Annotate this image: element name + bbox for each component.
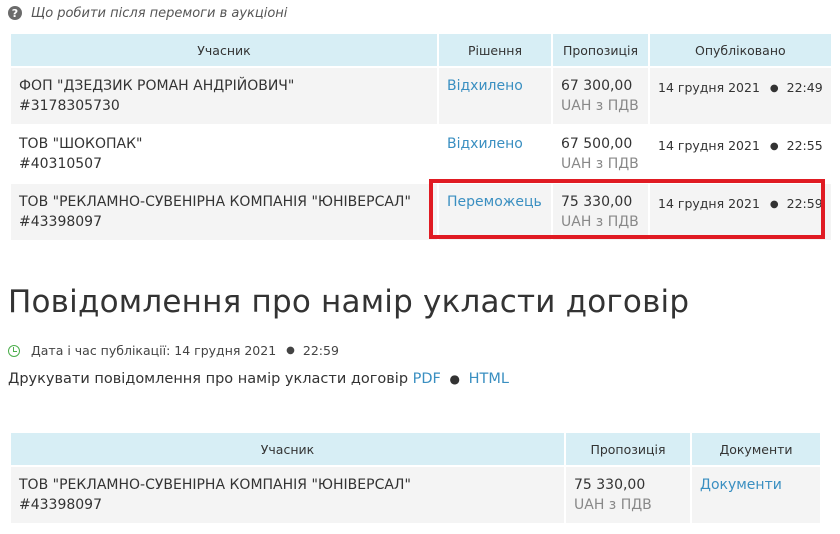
decision-cell: Відхилено (439, 126, 551, 182)
col-header-offer: Пропозиція (566, 433, 690, 465)
offer-amount: 67 300,00 (561, 78, 633, 94)
offer-currency: UAH з ПДВ (561, 98, 639, 114)
bullet-separator: ● (449, 372, 460, 386)
help-link-text: Що робити після перемоги в аукціоні (31, 5, 288, 21)
offer-amount: 75 330,00 (574, 477, 646, 493)
col-header-documents: Документи (692, 433, 820, 465)
offer-cell: 67 500,00 UAH з ПДВ (553, 126, 648, 182)
participant-name: ФОП "ДЗЕДЗИК РОМАН АНДРІЙОВИЧ" (19, 78, 295, 94)
col-header-participant: Учасник (11, 34, 437, 66)
offer-cell: 67 300,00 UAH з ПДВ (553, 68, 648, 124)
pdf-link[interactable]: PDF (413, 371, 441, 387)
publication-time: 22:59 (302, 343, 339, 358)
offer-currency: UAH з ПДВ (574, 497, 652, 513)
publication-date: Дата і час публікації: 14 грудня 2021 ● … (8, 343, 339, 358)
page-title: Повідомлення про намір укласти договір (8, 284, 690, 320)
col-header-offer: Пропозиція (553, 34, 648, 66)
offer-currency: UAH з ПДВ (561, 156, 639, 172)
participant-name: ТОВ "РЕКЛАМНО-СУВЕНІРНА КОМПАНІЯ "ЮНІВЕР… (19, 194, 411, 210)
offer-cell: 75 330,00 UAH з ПДВ (566, 467, 690, 523)
decision-link[interactable]: Відхилено (447, 136, 523, 152)
dot-separator: ● (769, 141, 779, 152)
col-header-published: Опубліковано (650, 34, 831, 66)
published-date: 14 грудня 2021 (658, 138, 760, 153)
winner-highlight-box (429, 179, 825, 239)
documents-cell: Документи (692, 467, 820, 523)
clock-icon (8, 344, 20, 357)
participant-code: #3178305730 (19, 98, 120, 114)
dot-separator: ● (769, 83, 779, 94)
participant-cell: ФОП "ДЗЕДЗИК РОМАН АНДРІЙОВИЧ" #317830573… (11, 68, 437, 124)
question-circle-icon: ? (8, 6, 22, 20)
decision-link[interactable]: Відхилено (447, 78, 523, 94)
participant-cell: ТОВ "РЕКЛАМНО-СУВЕНІРНА КОМПАНІЯ "ЮНІВЕР… (11, 467, 564, 523)
table-row: ТОВ "РЕКЛАМНО-СУВЕНІРНА КОМПАНІЯ "ЮНІВЕР… (11, 467, 820, 523)
participant-cell: ТОВ "ШОКОПАК" #40310507 (11, 126, 437, 182)
html-link[interactable]: HTML (469, 371, 509, 387)
dot-separator: ● (286, 345, 295, 356)
print-notice: Друкувати повідомлення про намір укласти… (8, 371, 509, 387)
table-row: ФОП "ДЗЕДЗИК РОМАН АНДРІЙОВИЧ" #317830573… (11, 68, 831, 124)
participant-code: #40310507 (19, 156, 102, 172)
published-date: 14 грудня 2021 (658, 80, 760, 95)
help-link[interactable]: ? Що робити після перемоги в аукціоні (8, 4, 287, 22)
participant-cell: ТОВ "РЕКЛАМНО-СУВЕНІРНА КОМПАНІЯ "ЮНІВЕР… (11, 184, 437, 240)
col-header-decision: Рішення (439, 34, 551, 66)
col-header-participant: Учасник (11, 433, 564, 465)
contract-table: Учасник Пропозиція Документи ТОВ "РЕКЛАМ… (9, 431, 822, 525)
publication-date-label: Дата і час публікації: 14 грудня 2021 (31, 343, 277, 358)
participant-name: ТОВ "ШОКОПАК" (19, 136, 143, 152)
published-cell: 14 грудня 2021 ● 22:55 (650, 126, 831, 182)
participant-code: #43398097 (19, 214, 102, 230)
documents-link[interactable]: Документи (700, 477, 782, 493)
offer-amount: 67 500,00 (561, 136, 633, 152)
published-time: 22:55 (786, 138, 823, 153)
published-time: 22:49 (786, 80, 823, 95)
print-notice-text: Друкувати повідомлення про намір укласти… (8, 371, 409, 387)
published-cell: 14 грудня 2021 ● 22:49 (650, 68, 831, 124)
table-row: ТОВ "ШОКОПАК" #40310507 Відхилено 67 500,… (11, 126, 831, 182)
participant-code: #43398097 (19, 497, 102, 513)
decision-cell: Відхилено (439, 68, 551, 124)
participant-name: ТОВ "РЕКЛАМНО-СУВЕНІРНА КОМПАНІЯ "ЮНІВЕР… (19, 477, 411, 493)
